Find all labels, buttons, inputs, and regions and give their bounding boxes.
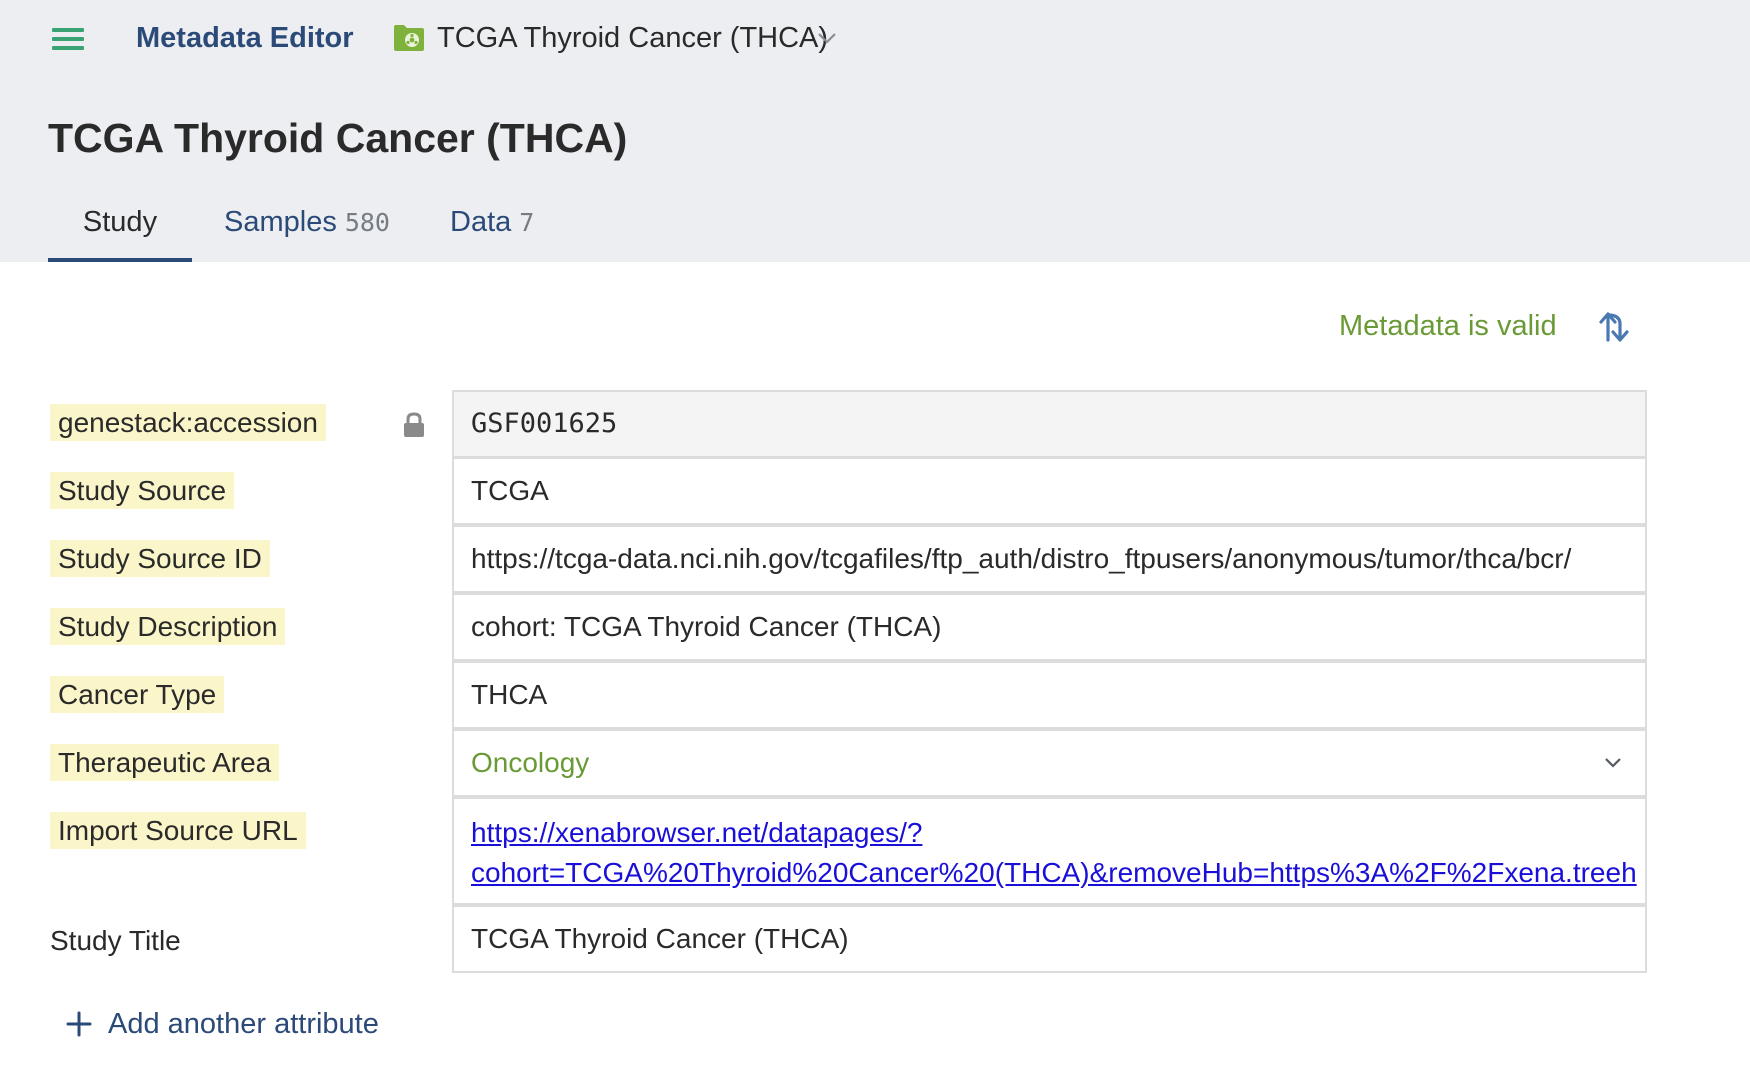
validation-status: Metadata is valid [1339, 310, 1557, 342]
tab-samples[interactable]: Samples 580 [224, 200, 390, 262]
add-attribute-button[interactable]: Add another attribute [66, 1004, 379, 1044]
study-source-id-field[interactable]: https://tcga-data.nci.nih.gov/tcgafiles/… [452, 525, 1647, 593]
chevron-down-icon[interactable] [1603, 756, 1623, 770]
study-source-field[interactable]: TCGA [452, 457, 1647, 525]
tab-count: 580 [344, 208, 390, 237]
lock-icon [404, 412, 424, 437]
attribute-label-cancer-type: Cancer Type [50, 676, 225, 713]
accession-field: GSF001625 [452, 390, 1647, 458]
attribute-label-study-source-id: Study Source ID [50, 540, 270, 577]
import-source-url-link-line1[interactable]: https://xenabrowser.net/datapages/? [471, 813, 1645, 853]
attribute-label-import-source-url: Import Source URL [50, 812, 306, 849]
import-source-url-link-line2[interactable]: cohort=TCGA%20Thyroid%20Cancer%20(THCA)&… [471, 853, 1645, 893]
attribute-label-accession: genestack:accession [50, 404, 326, 441]
study-switcher[interactable]: TCGA Thyroid Cancer (THCA) [437, 20, 828, 56]
hamburger-icon[interactable] [52, 28, 84, 50]
attribute-label-study-title: Study Title [50, 925, 181, 956]
tab-label: Samples [224, 206, 337, 238]
add-attribute-label: Add another attribute [108, 1008, 379, 1040]
attribute-label-study-source: Study Source [50, 472, 235, 509]
plus-icon [66, 1011, 92, 1037]
tab-label: Data [450, 206, 512, 238]
study-folder-icon [394, 25, 424, 51]
sync-arrows-icon[interactable] [1598, 310, 1636, 344]
attribute-label-study-description: Study Description [50, 608, 286, 645]
tab-data[interactable]: Data 7 [450, 200, 534, 262]
chevron-down-icon[interactable] [816, 30, 838, 46]
header-bar: Metadata Editor TCGA Thyroid Cancer (THC… [0, 0, 1750, 262]
therapeutic-area-value: Oncology [471, 747, 590, 778]
tab-label: Study [82, 206, 158, 238]
app-title-link[interactable]: Metadata Editor [136, 20, 354, 56]
import-source-url-field[interactable]: https://xenabrowser.net/datapages/? coho… [452, 797, 1647, 905]
cancer-type-field[interactable]: THCA [452, 661, 1647, 729]
page-title: TCGA Thyroid Cancer (THCA) [48, 115, 628, 161]
tab-count: 7 [519, 208, 535, 237]
study-description-field[interactable]: cohort: TCGA Thyroid Cancer (THCA) [452, 593, 1647, 661]
therapeutic-area-select[interactable]: Oncology [452, 729, 1647, 797]
tab-study[interactable]: Study [48, 200, 192, 262]
attribute-label-therapeutic-area: Therapeutic Area [50, 744, 280, 781]
study-title-field[interactable]: TCGA Thyroid Cancer (THCA) [452, 905, 1647, 973]
